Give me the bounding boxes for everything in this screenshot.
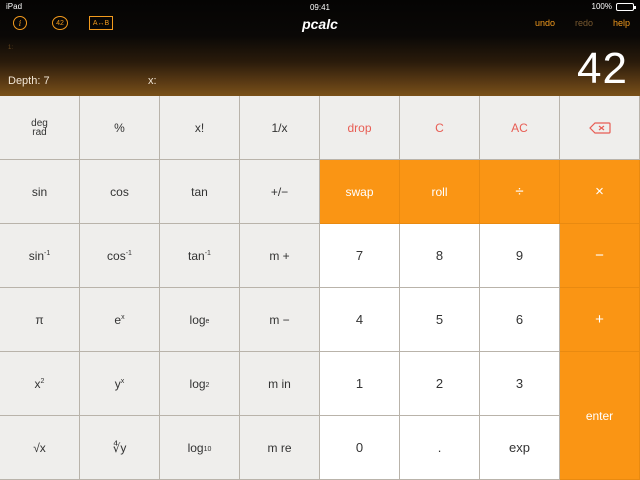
exp-e-power: x xyxy=(121,314,125,321)
acos-power: -1 xyxy=(125,250,132,257)
digit-9-key[interactable]: 9 xyxy=(480,224,560,288)
cos-key[interactable]: cos xyxy=(80,160,160,224)
clear-key[interactable]: C xyxy=(400,96,480,160)
log-e-label: log xyxy=(189,312,206,327)
enter-key[interactable]: enter xyxy=(560,352,640,480)
stack-depth: Depth: 7 xyxy=(8,75,50,87)
toolbar: i 42 A↔B pcalc undo redo help xyxy=(0,14,640,34)
exp-e-label: e xyxy=(114,312,122,327)
memory-in-key[interactable]: m in xyxy=(240,352,320,416)
display-value: 42 xyxy=(577,44,628,93)
power-exp: x xyxy=(120,378,125,385)
log-2-key[interactable]: log 2 xyxy=(160,352,240,416)
clock: 09:41 xyxy=(309,3,331,12)
sin-key[interactable]: sin xyxy=(0,160,80,224)
square-key[interactable]: x2 xyxy=(0,352,80,416)
atan-power: -1 xyxy=(204,250,211,257)
memory-add-key[interactable]: m + xyxy=(240,224,320,288)
pi-key[interactable]: π xyxy=(0,288,80,352)
drop-key[interactable]: drop xyxy=(320,96,400,160)
digit-0-key[interactable]: 0 xyxy=(320,416,400,480)
backspace-icon xyxy=(588,121,611,134)
minus-key[interactable]: − xyxy=(560,224,640,288)
redo-button[interactable]: redo xyxy=(575,18,593,28)
acos-label: cos xyxy=(107,248,126,263)
status-bar: iPad 09:41 100% xyxy=(0,2,640,14)
log-10-key[interactable]: log 10 xyxy=(160,416,240,480)
digit-1-key[interactable]: 1 xyxy=(320,352,400,416)
digit-2-key[interactable]: 2 xyxy=(400,352,480,416)
battery-area: 100% xyxy=(591,2,636,11)
backspace-key[interactable] xyxy=(560,96,640,160)
battery-percent: 100% xyxy=(591,2,612,11)
power-key[interactable]: yx xyxy=(80,352,160,416)
atan-key[interactable]: tan -1 xyxy=(160,224,240,288)
atan-label: tan xyxy=(188,248,205,263)
tan-key[interactable]: tan xyxy=(160,160,240,224)
exp-key[interactable]: exp xyxy=(480,416,560,480)
sqrt-key[interactable]: √x xyxy=(0,416,80,480)
asin-key[interactable]: sin -1 xyxy=(0,224,80,288)
log-e-key[interactable]: log e xyxy=(160,288,240,352)
decimal-key[interactable]: . xyxy=(400,416,480,480)
digit-6-key[interactable]: 6 xyxy=(480,288,560,352)
digit-7-key[interactable]: 7 xyxy=(320,224,400,288)
rad-label: rad xyxy=(32,126,47,138)
memory-recall-key[interactable]: m re xyxy=(240,416,320,480)
memory-sub-key[interactable]: m − xyxy=(240,288,320,352)
deg-rad-toggle[interactable]: deg rad xyxy=(0,96,80,160)
asin-label: sin xyxy=(28,248,45,263)
stack-hint: 1: xyxy=(8,45,14,51)
negate-key[interactable]: +/− xyxy=(240,160,320,224)
log-e-sub: e xyxy=(205,318,210,325)
exp-e-key[interactable]: ex xyxy=(80,288,160,352)
digit-5-key[interactable]: 5 xyxy=(400,288,480,352)
factorial-key[interactable]: x! xyxy=(160,96,240,160)
acos-key[interactable]: cos -1 xyxy=(80,224,160,288)
keypad: deg rad % x! 1/x drop C AC sin cos tan +… xyxy=(0,96,640,480)
log-10-sub: 10 xyxy=(203,446,212,453)
digit-3-key[interactable]: 3 xyxy=(480,352,560,416)
help-button[interactable]: help xyxy=(613,18,630,28)
digit-4-key[interactable]: 4 xyxy=(320,288,400,352)
multiply-key[interactable]: × xyxy=(560,160,640,224)
reciprocal-key[interactable]: 1/x xyxy=(240,96,320,160)
swap-key[interactable]: swap xyxy=(320,160,400,224)
log-10-label: log xyxy=(187,440,204,455)
square-power: 2 xyxy=(40,378,45,385)
roll-key[interactable]: roll xyxy=(400,160,480,224)
percent-key[interactable]: % xyxy=(80,96,160,160)
all-clear-key[interactable]: AC xyxy=(480,96,560,160)
toolbar-actions: undo redo help xyxy=(535,18,630,28)
asin-power: -1 xyxy=(44,250,51,257)
battery-icon xyxy=(616,2,636,11)
log-2-sub: 2 xyxy=(205,382,210,389)
digit-8-key[interactable]: 8 xyxy=(400,224,480,288)
x-register-label: x: xyxy=(148,75,157,87)
xroot-key[interactable]: ∜y xyxy=(80,416,160,480)
divide-key[interactable]: ÷ xyxy=(480,160,560,224)
log-2-label: log xyxy=(189,376,206,391)
plus-key[interactable]: + xyxy=(560,288,640,352)
undo-button[interactable]: undo xyxy=(535,18,555,28)
header: iPad 09:41 100% i 42 A↔B pcalc undo redo… xyxy=(0,0,640,96)
